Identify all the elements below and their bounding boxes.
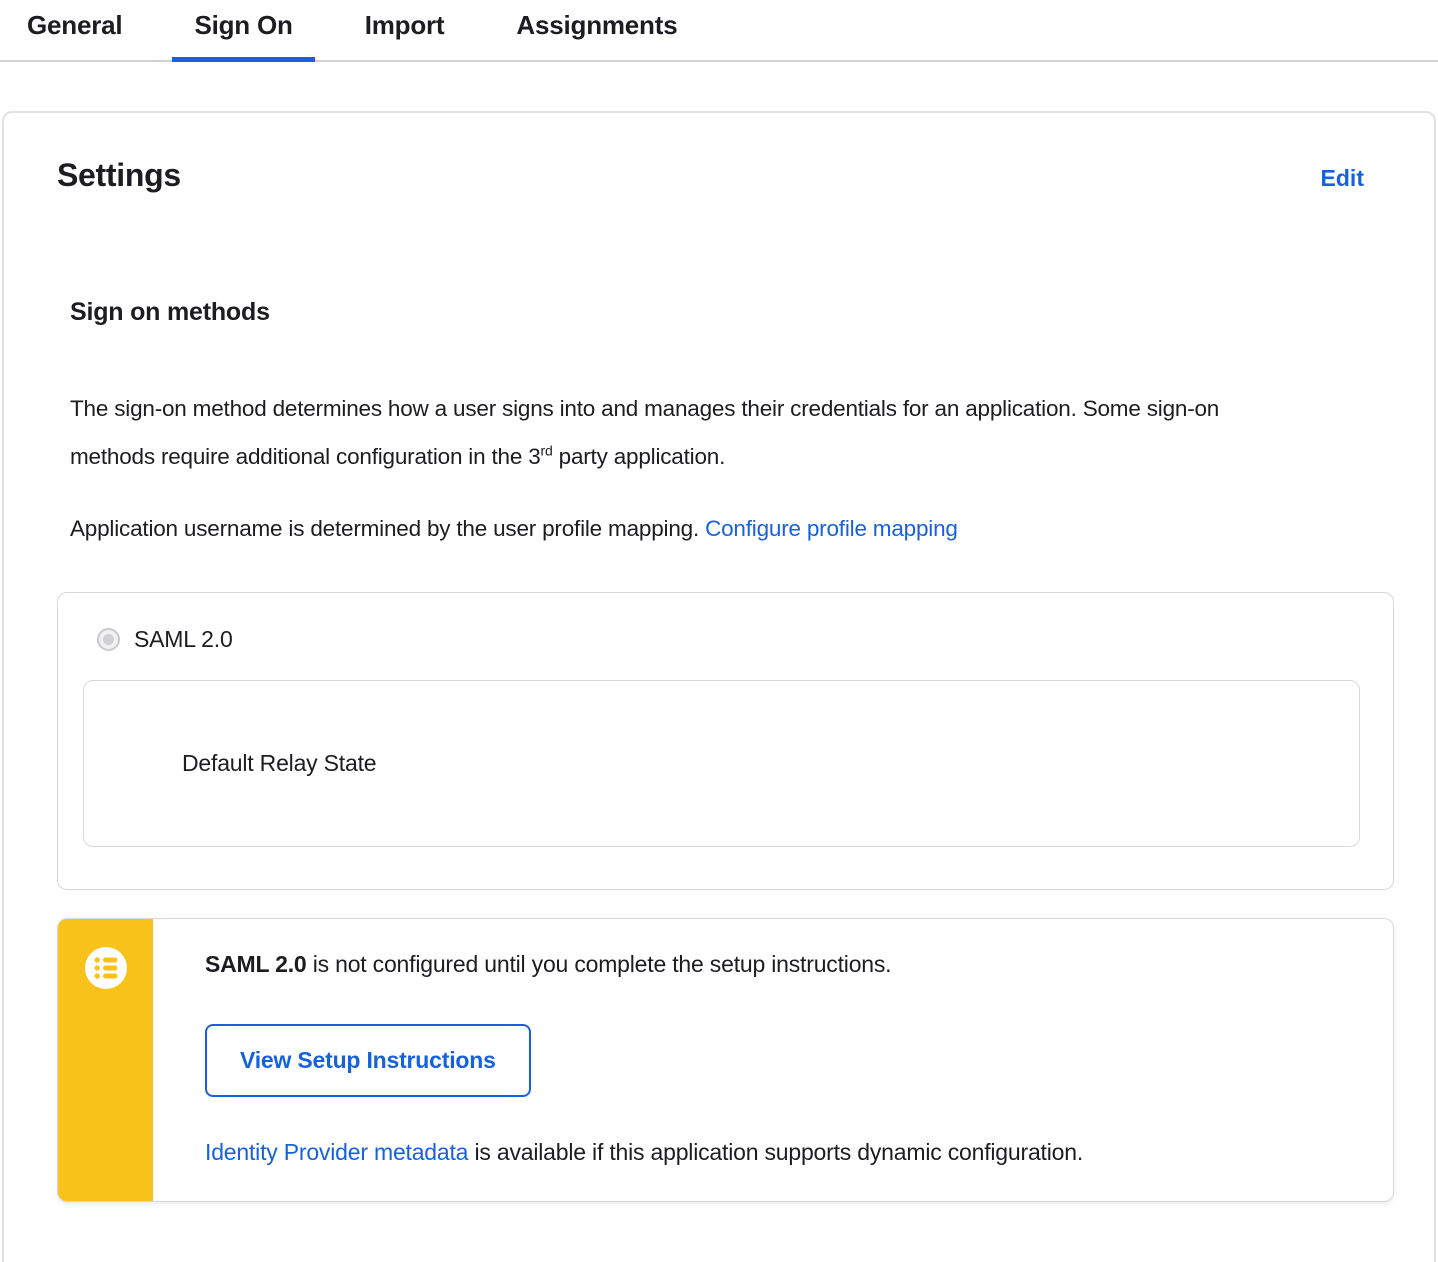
saml-radio-label: SAML 2.0 bbox=[134, 626, 233, 652]
configure-profile-mapping-link[interactable]: Configure profile mapping bbox=[705, 516, 958, 541]
default-relay-state-label: Default Relay State bbox=[182, 750, 377, 776]
username-note: Application username is determined by th… bbox=[70, 505, 1260, 553]
list-icon bbox=[84, 946, 128, 995]
settings-card-header: Settings Edit bbox=[4, 113, 1434, 194]
view-setup-instructions-button[interactable]: View Setup Instructions bbox=[205, 1024, 531, 1097]
tab-general[interactable]: General bbox=[5, 10, 144, 62]
tab-sign-on[interactable]: Sign On bbox=[172, 10, 315, 62]
sign-on-methods-heading: Sign on methods bbox=[70, 298, 270, 326]
settings-card: Settings Edit Sign on methods The sign-o… bbox=[2, 111, 1436, 1262]
edit-link[interactable]: Edit bbox=[1321, 165, 1364, 192]
saml-radio-row: SAML 2.0 bbox=[58, 593, 1393, 653]
username-note-text: Application username is determined by th… bbox=[70, 516, 706, 541]
sign-on-methods-description: The sign-on method determines how a user… bbox=[70, 385, 1260, 481]
callout-message: SAML 2.0 is not configured until you com… bbox=[205, 951, 1083, 978]
description-superscript: rd bbox=[540, 442, 553, 459]
saml-setup-callout: SAML 2.0 is not configured until you com… bbox=[57, 918, 1394, 1202]
callout-message-bold: SAML 2.0 bbox=[205, 951, 307, 977]
saml-radio[interactable] bbox=[97, 628, 120, 651]
page-title: Settings bbox=[57, 157, 181, 193]
callout-footer: Identity Provider metadata is available … bbox=[205, 1139, 1083, 1166]
identity-provider-metadata-link[interactable]: Identity Provider metadata bbox=[205, 1139, 468, 1165]
tab-assignments[interactable]: Assignments bbox=[494, 10, 699, 62]
callout-message-rest: is not configured until you complete the… bbox=[306, 951, 892, 977]
callout-footer-text: is available if this application support… bbox=[468, 1139, 1084, 1165]
app-tab-bar: General Sign On Import Assignments bbox=[0, 0, 1438, 62]
callout-warning-strip bbox=[58, 919, 153, 1201]
callout-body: SAML 2.0 is not configured until you com… bbox=[153, 919, 1123, 1201]
tab-import[interactable]: Import bbox=[343, 10, 467, 62]
saml-method-box: SAML 2.0 Default Relay State bbox=[57, 592, 1394, 890]
description-text-after: party application. bbox=[552, 444, 726, 469]
default-relay-state-field: Default Relay State bbox=[83, 680, 1360, 847]
